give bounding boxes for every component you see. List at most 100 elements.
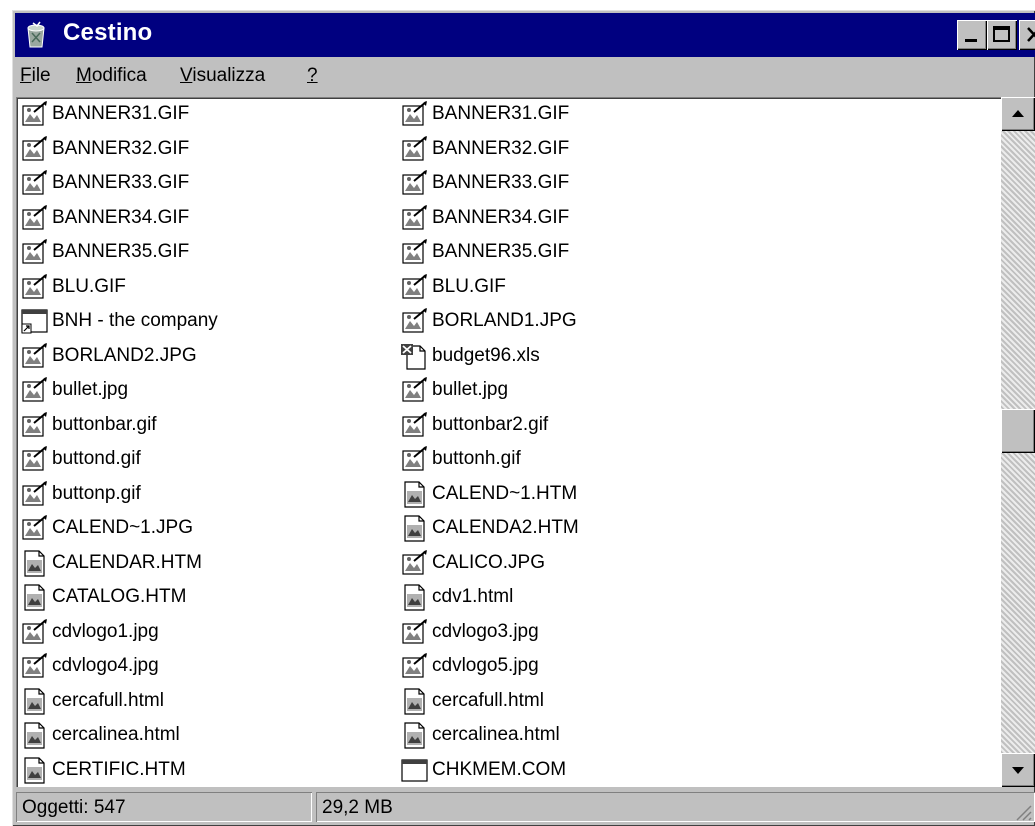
file-name: buttond.gif: [52, 448, 141, 469]
image-icon: [402, 618, 427, 644]
file-name: BANNER31.GIF: [432, 103, 570, 124]
file-item[interactable]: BANNER32.GIF: [20, 132, 189, 166]
image-icon: [22, 239, 47, 264]
image-icon: [402, 377, 427, 402]
file-item[interactable]: cdvlogo3.jpg: [400, 615, 539, 649]
file-list[interactable]: BANNER31.GIF BANNER32.GIF BANNER33.GIF BANN…: [16, 97, 1001, 787]
image-icon: [22, 618, 47, 644]
minimize-button[interactable]: [957, 20, 987, 50]
file-item[interactable]: CATALOG.HTM: [20, 580, 186, 614]
arrow-down-icon: [1012, 767, 1024, 774]
file-item[interactable]: cercafull.html: [400, 684, 544, 718]
file-name: BANNER34.GIF: [52, 206, 190, 228]
file-item[interactable]: cercalinea.html: [20, 718, 180, 752]
title-bar[interactable]: Cestino: [15, 13, 1035, 57]
menu-modifica[interactable]: Modifica: [76, 65, 147, 87]
menu-help[interactable]: ?: [307, 65, 318, 87]
file-item[interactable]: CALICO.JPG: [400, 546, 545, 580]
scroll-down-button[interactable]: [1001, 753, 1035, 787]
file-item[interactable]: BNH - the company: [20, 304, 218, 338]
html-document-icon: [404, 687, 425, 715]
file-item[interactable]: cdvlogo5.jpg: [400, 649, 539, 683]
image-icon: [22, 101, 47, 126]
html-document-icon: [404, 515, 425, 542]
file-name: BANNER32.GIF: [52, 137, 190, 159]
image-icon: [22, 515, 47, 540]
file-item[interactable]: BANNER33.GIF: [20, 166, 189, 200]
file-item[interactable]: buttonbar2.gif: [400, 408, 548, 442]
window-title: Cestino: [63, 19, 153, 46]
file-name: BANNER33.GIF: [432, 172, 570, 193]
recycle-bin-window: Cestino File Modifica Visualizza ? BANNE…: [12, 10, 1035, 826]
file-item[interactable]: buttonbar.gif: [20, 408, 157, 442]
image-icon: [22, 480, 47, 506]
file-name: cercalinea.html: [52, 724, 180, 745]
file-name: BANNER32.GIF: [432, 137, 570, 159]
file-item[interactable]: CALENDAR.HTM: [20, 546, 202, 580]
image-icon: [22, 653, 47, 678]
file-name: buttonbar.gif: [52, 413, 157, 435]
file-item[interactable]: bullet.jpg: [20, 373, 128, 407]
file-item[interactable]: BANNER32.GIF: [400, 132, 569, 166]
file-item[interactable]: cdvlogo1.jpg: [20, 615, 159, 649]
file-name: BORLAND1.JPG: [432, 310, 577, 331]
file-item[interactable]: BLU.GIF: [400, 270, 506, 304]
file-item[interactable]: BANNER34.GIF: [20, 201, 189, 235]
image-icon: [402, 101, 427, 126]
image-icon: [22, 135, 47, 161]
file-item[interactable]: budget96.xls: [400, 339, 540, 373]
file-item[interactable]: BORLAND2.JPG: [20, 339, 197, 373]
file-item[interactable]: BANNER33.GIF: [400, 166, 569, 200]
status-size: 29,2 MB: [322, 797, 393, 818]
file-item[interactable]: buttonp.gif: [20, 477, 141, 511]
file-name: buttonh.gif: [432, 448, 521, 469]
file-item[interactable]: BANNER31.GIF: [400, 97, 569, 131]
file-item[interactable]: BANNER34.GIF: [400, 201, 569, 235]
file-name: BANNER31.GIF: [52, 103, 190, 124]
file-item[interactable]: buttonh.gif: [400, 442, 521, 476]
image-icon: [402, 170, 427, 195]
file-item[interactable]: BANNER35.GIF: [20, 235, 189, 269]
file-item[interactable]: CALEND~1.HTM: [400, 477, 577, 511]
file-name: cdvlogo5.jpg: [432, 655, 539, 676]
file-item[interactable]: bullet.jpg: [400, 373, 508, 407]
html-document-icon: [404, 480, 425, 508]
image-icon: [402, 239, 427, 264]
file-item[interactable]: BANNER31.GIF: [20, 97, 189, 131]
vertical-scrollbar[interactable]: [1001, 97, 1035, 787]
scroll-up-button[interactable]: [1001, 97, 1035, 131]
resize-grip-icon[interactable]: [1013, 802, 1033, 822]
menu-file[interactable]: File: [20, 65, 51, 87]
file-item[interactable]: BORLAND1.JPG: [400, 304, 577, 338]
scrollbar-thumb[interactable]: [1001, 409, 1035, 453]
file-name: buttonp.gif: [52, 482, 141, 504]
file-item[interactable]: cercafull.html: [20, 684, 164, 718]
maximize-button[interactable]: [987, 20, 1017, 50]
file-item[interactable]: CHKMEM.COM: [400, 753, 566, 787]
file-item[interactable]: cdv1.html: [400, 580, 513, 614]
file-item[interactable]: CERTIFIC.HTM: [20, 753, 186, 787]
close-button[interactable]: [1019, 20, 1035, 50]
program-icon: [401, 758, 428, 782]
file-name: CALEND~1.JPG: [52, 517, 193, 538]
file-item[interactable]: BLU.GIF: [20, 270, 126, 304]
file-item[interactable]: CALENDA2.HTM: [400, 511, 579, 545]
file-name: cercalinea.html: [432, 724, 560, 745]
file-item[interactable]: BANNER35.GIF: [400, 235, 569, 269]
file-name: BORLAND2.JPG: [52, 344, 197, 366]
file-name: CALEND~1.HTM: [432, 482, 578, 504]
menu-visualizza[interactable]: Visualizza: [180, 65, 265, 87]
file-name: BNH - the company: [52, 310, 218, 331]
excel-document-icon: [401, 343, 426, 370]
file-name: CERTIFIC.HTM: [52, 758, 186, 780]
minimize-icon: [965, 39, 977, 42]
file-item[interactable]: cercalinea.html: [400, 718, 560, 752]
file-item[interactable]: CALEND~1.JPG: [20, 511, 193, 545]
file-item[interactable]: cdvlogo4.jpg: [20, 649, 159, 683]
file-name: cercafull.html: [52, 689, 164, 711]
file-name: cdvlogo1.jpg: [52, 620, 159, 642]
file-item[interactable]: buttond.gif: [20, 442, 141, 476]
file-name: bullet.jpg: [432, 379, 509, 400]
image-icon: [402, 135, 427, 161]
file-name: BANNER34.GIF: [432, 206, 570, 228]
